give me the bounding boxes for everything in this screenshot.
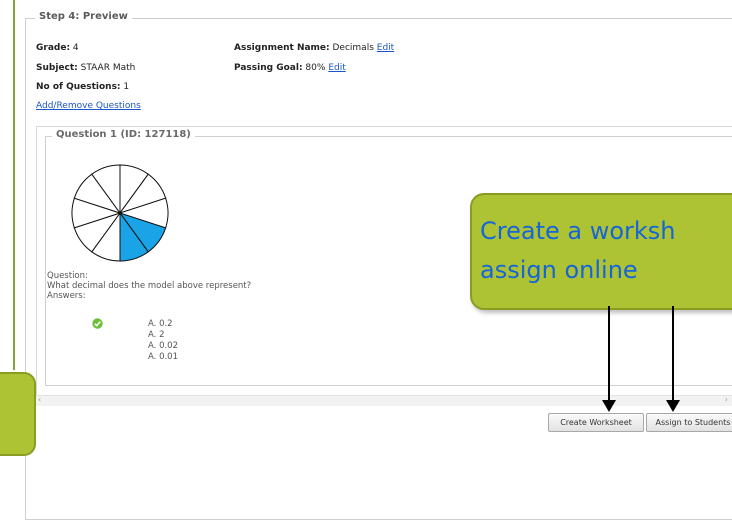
add-remove-questions-link[interactable]: Add/Remove Questions (36, 101, 141, 111)
assignment-name-row: Assignment Name: Decimals Edit (234, 43, 394, 53)
scroll-left-icon[interactable]: ‹ (38, 395, 41, 404)
edit-assignment-name-link[interactable]: Edit (377, 43, 394, 53)
create-worksheet-button[interactable]: Create Worksheet (548, 413, 644, 432)
passing-goal-label: Passing Goal: (234, 63, 303, 73)
answers-label: Answers: (47, 291, 86, 301)
grade-value: 4 (72, 43, 79, 53)
question-text: What decimal does the model above repres… (47, 281, 252, 291)
num-questions-value: 1 (123, 82, 130, 92)
assign-to-students-button[interactable]: Assign to Students (646, 413, 732, 432)
arrow-icon (602, 306, 680, 412)
question-heading: Question: (47, 271, 88, 281)
answer-option-3: A. 0.02 (148, 341, 178, 351)
passing-goal-value: 80% (305, 63, 326, 73)
grade-label: Grade: (36, 43, 71, 53)
callout-line-1: Create a worksh (480, 217, 676, 245)
assignment-name-label: Assignment Name: (234, 43, 330, 53)
step-legend: Step 4: Preview (35, 11, 132, 22)
passing-goal-row: Passing Goal: 80% Edit (234, 63, 346, 73)
subject-value: STAAR Math (80, 63, 136, 73)
subject-label: Subject: (36, 63, 78, 73)
assignment-name-value: Decimals (332, 43, 374, 53)
subject-row: Subject: STAAR Math (36, 63, 135, 73)
callout-box-secondary (0, 372, 36, 456)
callout-text: Create a worksh assign online (480, 212, 732, 290)
answer-option-1: A. 0.2 (148, 319, 173, 329)
num-questions-label: No of Questions: (36, 82, 121, 92)
scroll-right-icon[interactable]: › (725, 395, 728, 404)
question-legend: Question 1 (ID: 127118) (52, 129, 195, 140)
grade-row: Grade: 4 (36, 43, 79, 53)
num-questions-row: No of Questions: 1 (36, 82, 129, 92)
correct-check-icon (92, 318, 103, 329)
fraction-circle-model (71, 164, 169, 262)
callout-line-2: assign online (480, 256, 638, 284)
answer-option-4: A. 0.01 (148, 352, 178, 362)
answer-option-2: A. 2 (148, 330, 165, 340)
sidebar-divider (13, 0, 15, 370)
edit-passing-goal-link[interactable]: Edit (328, 63, 345, 73)
